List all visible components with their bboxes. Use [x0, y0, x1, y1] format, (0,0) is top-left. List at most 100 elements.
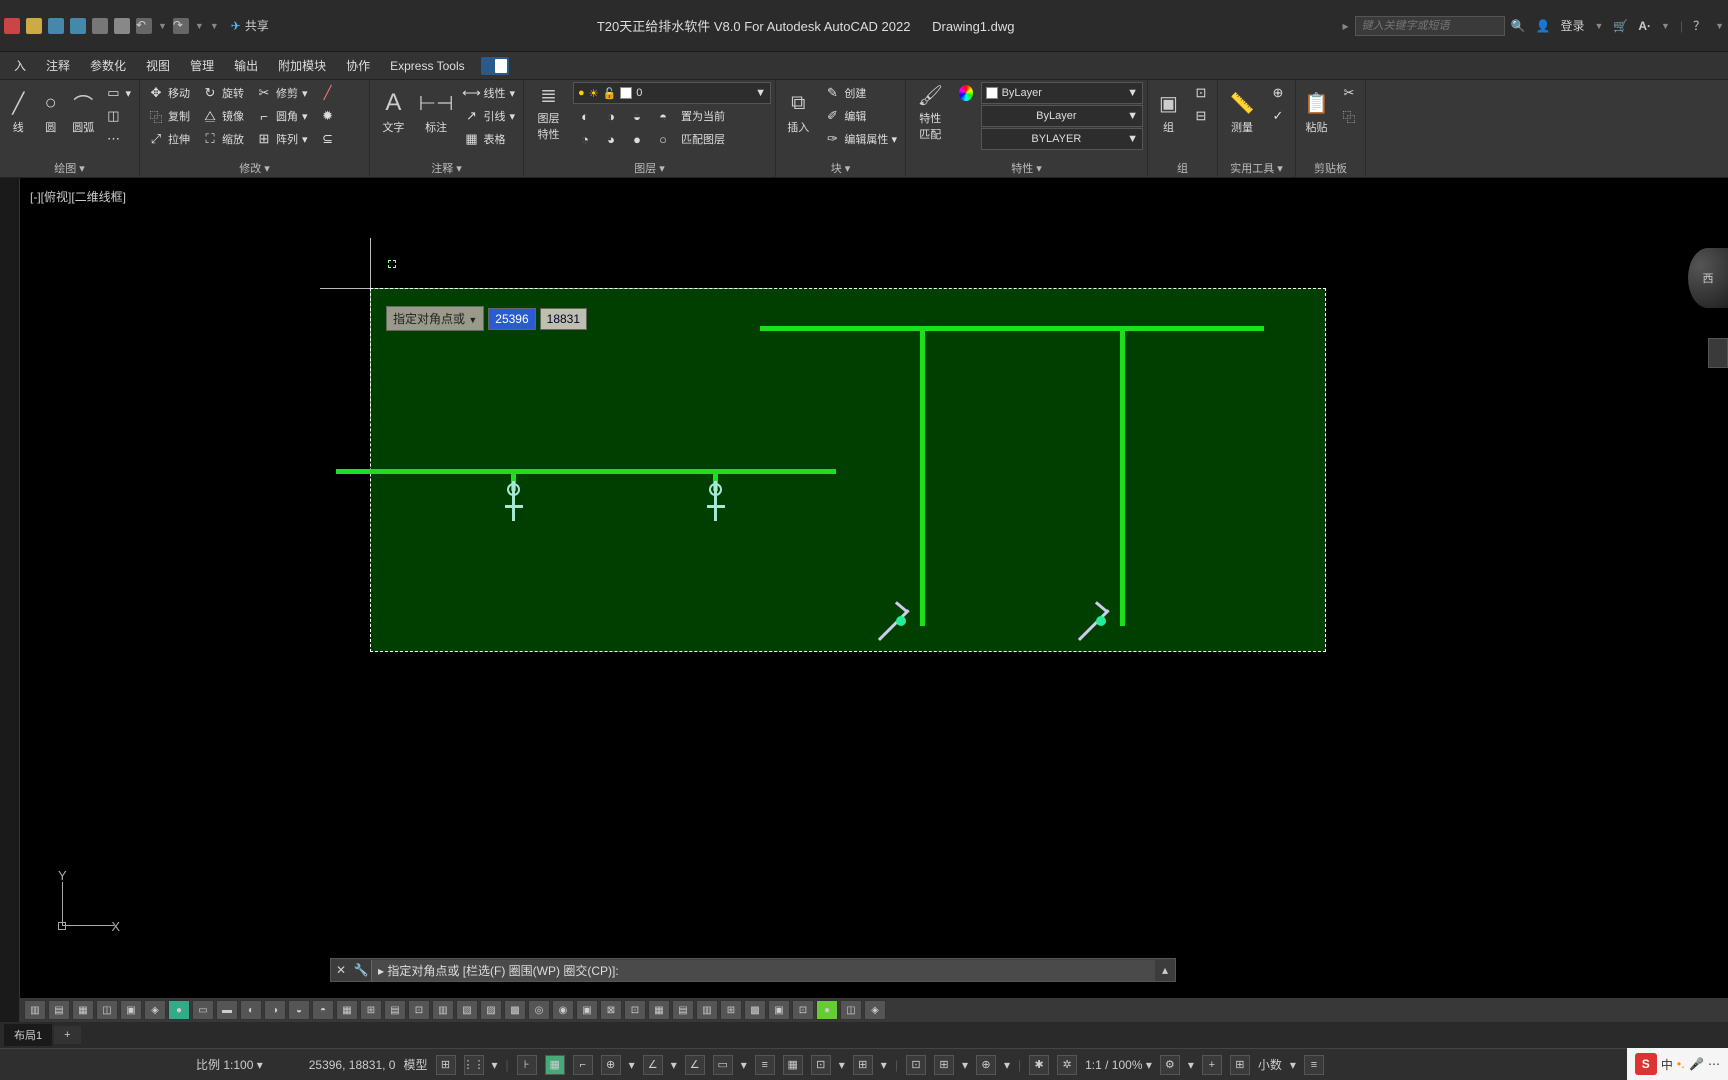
model-button[interactable]: 模型 — [403, 1056, 427, 1073]
bt-10[interactable]: ◐ — [240, 1000, 262, 1020]
cmd-config-icon[interactable]: 🔧 — [351, 963, 371, 977]
bt-4[interactable]: ◫ — [96, 1000, 118, 1020]
group-tool-1[interactable]: ⊡ — [1189, 82, 1213, 104]
tab-output[interactable]: 输出 — [224, 53, 268, 78]
panel-block-label[interactable]: 块 ▾ — [780, 159, 901, 177]
arc-button[interactable]: ⌒圆弧 — [69, 82, 97, 142]
circle-button[interactable]: ○圆 — [36, 82, 64, 142]
layer-tool-2[interactable]: ◑ — [599, 105, 623, 127]
faucet-symbol[interactable] — [503, 481, 523, 521]
bt-17[interactable]: ⊡ — [408, 1000, 430, 1020]
bt-8[interactable]: ▭ — [192, 1000, 214, 1020]
set-current-button[interactable]: 置为当前 — [677, 105, 729, 127]
navigation-bar[interactable] — [1708, 338, 1728, 368]
bt-26[interactable]: ⊡ — [624, 1000, 646, 1020]
group-button[interactable]: ▣组 — [1152, 82, 1185, 142]
text-button[interactable]: A文字 — [374, 82, 413, 142]
bt-15[interactable]: ⊞ — [360, 1000, 382, 1020]
clip-tool-2[interactable]: ⿻ — [1337, 105, 1361, 127]
annotation-scale[interactable]: 1:1 / 100% ▾ — [1085, 1058, 1152, 1072]
saveas-icon[interactable] — [70, 18, 86, 34]
rect-button[interactable]: ▭▾ — [101, 82, 135, 104]
bt-7[interactable]: ● — [168, 1000, 190, 1020]
bt-19[interactable]: ▧ — [456, 1000, 478, 1020]
ortho-toggle[interactable]: ⌐ — [573, 1055, 593, 1075]
command-line[interactable]: ✕ 🔧 ▸ 指定对角点或 [栏选(F) 圈围(WP) 圈交(CP)]: ▴ — [330, 958, 1176, 982]
bt-16[interactable]: ▤ — [384, 1000, 406, 1020]
copy-button[interactable]: ⿻复制 — [144, 105, 194, 127]
edit-block-button[interactable]: ✐编辑 — [820, 105, 901, 127]
bt-21[interactable]: ▩ — [504, 1000, 526, 1020]
cart-icon[interactable]: 🛒 — [1613, 19, 1628, 33]
3dosnap-toggle[interactable]: ⊞ — [853, 1055, 873, 1075]
edit-attr-button[interactable]: ✑编辑属性 ▾ — [820, 128, 901, 150]
panel-modify-label[interactable]: 修改 ▾ — [144, 159, 365, 177]
faucet-symbol[interactable] — [705, 481, 725, 521]
bt-5[interactable]: ▣ — [120, 1000, 142, 1020]
redo-icon[interactable]: ↷ — [173, 18, 189, 34]
bt-9[interactable]: ▬ — [216, 1000, 238, 1020]
bt-25[interactable]: ⊠ — [600, 1000, 622, 1020]
iso-toggle[interactable]: ∠ — [643, 1055, 663, 1075]
tab-collaborate[interactable]: 协作 — [336, 53, 380, 78]
scale-control[interactable]: 比例 1:100 ▾ — [196, 1056, 263, 1073]
measure-button[interactable]: 📏测量 — [1222, 82, 1262, 142]
infer-toggle[interactable]: ⊦ — [517, 1055, 537, 1075]
search-icon[interactable]: 🔍 — [1511, 19, 1526, 33]
open-icon[interactable] — [26, 18, 42, 34]
bt-3[interactable]: ▦ — [72, 1000, 94, 1020]
wcs-button[interactable]: ⊕ — [976, 1055, 996, 1075]
search-input[interactable] — [1355, 16, 1505, 36]
ime-indicator[interactable]: S 中 •․ 🎤 ⋯ — [1627, 1048, 1728, 1080]
lineweight-dropdown[interactable]: ByLayer▼ — [981, 105, 1143, 127]
user-icon[interactable]: 👤 — [1536, 19, 1551, 33]
bt-34[interactable]: ● — [816, 1000, 838, 1020]
table-button[interactable]: ▦表格 — [459, 128, 519, 150]
layer-tool-5[interactable]: ◔ — [573, 128, 597, 150]
valve-symbol[interactable] — [880, 598, 930, 648]
login-label[interactable]: 登录 — [1560, 17, 1584, 34]
trim-button[interactable]: ✂修剪▾ — [252, 82, 312, 104]
model-canvas[interactable]: 指定对角点或 ▼ 25396 18831 西 Y X ✕ 🔧 ▸ 指定 — [20, 178, 1728, 982]
layer-tool-6[interactable]: ◕ — [599, 128, 623, 150]
valve-symbol[interactable] — [1080, 598, 1130, 648]
featured-apps-toggle[interactable] — [481, 57, 509, 75]
insert-button[interactable]: ⧉插入 — [780, 82, 816, 142]
group-tool-2[interactable]: ⊟ — [1189, 105, 1213, 127]
cmd-prompt[interactable]: ▸ 指定对角点或 [栏选(F) 圈围(WP) 圈交(CP)]: — [371, 960, 1155, 981]
bt-6[interactable]: ◈ — [144, 1000, 166, 1020]
dyn-y-input[interactable]: 18831 — [540, 308, 587, 330]
search-caret-icon[interactable]: ▸ — [1343, 19, 1349, 33]
gear-icon[interactable]: ⚙ — [1160, 1055, 1180, 1075]
erase-button[interactable]: ╱ — [316, 82, 340, 104]
plus-icon[interactable]: + — [1202, 1055, 1222, 1075]
bt-22[interactable]: ◎ — [528, 1000, 550, 1020]
leader-button[interactable]: ↗引线▾ — [459, 105, 519, 127]
bt-18[interactable]: ▥ — [432, 1000, 454, 1020]
array-button[interactable]: ⊞阵列▾ — [252, 128, 312, 150]
cmd-expand-icon[interactable]: ▴ — [1155, 963, 1175, 977]
new-icon[interactable] — [4, 18, 20, 34]
util-tool-2[interactable]: ✓ — [1266, 105, 1290, 127]
bt-20[interactable]: ▨ — [480, 1000, 502, 1020]
create-block-button[interactable]: ✎创建 — [820, 82, 901, 104]
plot-icon[interactable] — [114, 18, 130, 34]
layer-props-button[interactable]: ≣图层 特性 — [528, 82, 569, 142]
tab-addins[interactable]: 附加模块 — [268, 53, 336, 78]
layout-tab-add[interactable]: + — [54, 1026, 80, 1044]
layer-tool-8[interactable]: ○ — [651, 128, 675, 150]
panel-props-label[interactable]: 特性 ▾ — [910, 159, 1143, 177]
ime-mic-icon[interactable]: 🎤 — [1689, 1057, 1704, 1071]
dim-button[interactable]: ⊢⊣标注 — [417, 82, 456, 142]
layer-tool-7[interactable]: ● — [625, 128, 649, 150]
tab-insert[interactable]: 入 — [4, 53, 36, 78]
color-wheel-button[interactable] — [955, 82, 977, 104]
ime-more-icon[interactable]: ⋯ — [1708, 1057, 1720, 1071]
view-cube[interactable]: 西 — [1688, 248, 1728, 308]
app-icon[interactable]: A· — [1638, 19, 1651, 33]
annoscale-button-2[interactable]: ⊞ — [934, 1055, 954, 1075]
pipe-segment[interactable] — [920, 326, 925, 626]
tab-manage[interactable]: 管理 — [180, 53, 224, 78]
panel-clip-label[interactable]: 剪贴板 — [1300, 159, 1361, 177]
paste-button[interactable]: 📋粘贴 — [1300, 82, 1333, 142]
